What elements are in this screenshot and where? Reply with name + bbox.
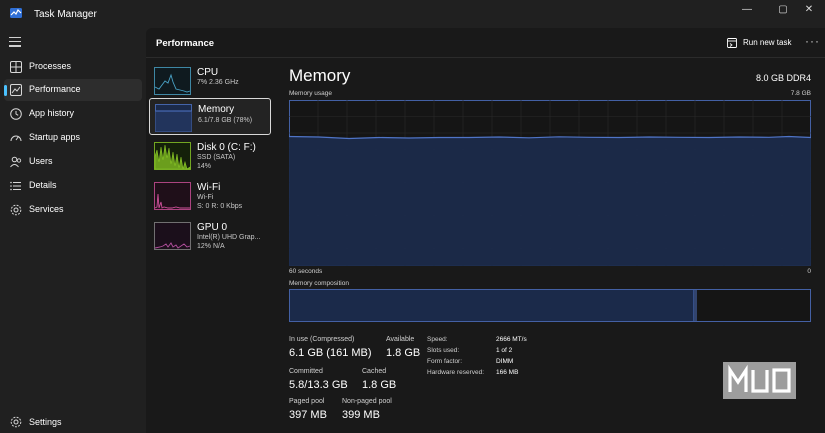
available-label: Available [386,336,415,343]
sidebar-item-label: Details [29,180,57,190]
resource-name: Wi-Fi [197,182,221,193]
settings-label: Settings [29,417,62,427]
slots-value: 1 of 2 [496,347,513,354]
sidebar-item-label: Users [29,156,53,166]
memory-usage-area [289,136,811,266]
minimize-button[interactable]: — [736,3,758,17]
resource-detail: Intel(R) UHD Grap... [197,234,261,241]
cached-label: Cached [362,368,387,375]
cpu-thumbnail-graph [154,67,191,95]
memory-spec: 8.0 GB DDR4 [755,73,811,83]
settings-gear-icon [10,416,22,428]
memory-thumbnail-graph [155,104,192,132]
more-options-button[interactable]: ··· [805,34,820,48]
resource-detail: 6.1/7.8 GB (78%) [198,117,253,124]
task-manager-app-icon [10,8,22,18]
form-factor-label: Form factor: [427,358,463,365]
startup-gauge-icon [10,135,22,142]
detail-title: Memory [289,66,351,85]
memory-usage-max: 7.8 GB [790,90,811,97]
services-gear-icon [10,204,22,216]
resource-name: Disk 0 (C: F:) [197,142,256,153]
hardware-reserved-value: 166 MB [496,369,519,376]
paged-pool-value: 397 MB [289,409,327,421]
sidebar-item-label: Processes [29,61,72,71]
resource-name: GPU 0 [197,222,228,233]
resource-detail: Wi-Fi [197,194,214,201]
close-button[interactable]: ✕ [798,3,820,17]
resource-detail-2: 14% [197,163,212,170]
window-title: Task Manager [34,9,97,20]
resource-item-disk[interactable]: Disk 0 (C: F:) SSD (SATA) 14% [149,140,271,177]
sidebar-item-label: Performance [29,84,81,94]
sidebar-item-services[interactable]: Services [4,199,142,221]
resource-name: Memory [198,104,235,115]
muo-watermark-logo [723,362,796,399]
sidebar-item-label: Startup apps [29,132,81,142]
resource-detail-2: S: 0 R: 0 Kbps [197,203,243,210]
committed-value: 5.8/13.3 GB [289,379,348,391]
page-header: Performance Run new task ··· [146,28,825,58]
active-indicator [4,85,7,96]
sidebar-item-label: App history [29,108,75,118]
in-use-segment [290,290,694,321]
resource-detail: 7% 2.36 GHz [197,79,239,86]
details-list-icon [10,181,21,191]
speed-label: Speed: [427,336,448,343]
history-clock-icon [10,108,22,120]
run-new-task-label: Run new task [743,38,792,47]
non-paged-pool-value: 399 MB [342,409,380,421]
wifi-thumbnail-graph [154,182,191,210]
run-task-icon [727,38,737,48]
processes-grid-icon [10,61,22,73]
in-use-value: 6.1 GB (161 MB) [289,347,372,359]
resource-detail-2: 12% N/A [197,243,225,250]
speed-value: 2666 MT/s [496,336,527,343]
gpu-thumbnail-graph [154,222,191,250]
title-bar: Task Manager — ▢ ✕ [0,0,825,28]
disk-thumbnail-graph [154,142,191,170]
time-axis-right: 0 [807,268,811,275]
users-icon [10,156,22,168]
resource-item-gpu[interactable]: GPU 0 Intel(R) UHD Grap... 12% N/A [149,220,271,257]
paged-pool-label: Paged pool [289,398,325,405]
sidebar-item-performance[interactable]: Performance [4,79,142,101]
available-value: 1.8 GB [386,347,421,359]
memory-usage-label: Memory usage [289,90,332,97]
slots-label: Slots used: [427,347,460,354]
resource-item-cpu[interactable]: CPU 7% 2.36 GHz [149,65,271,102]
memory-composition-bar [289,289,811,322]
resource-name: CPU [197,67,219,78]
sidebar-item-details[interactable]: Details [4,175,142,197]
sidebar-nav: Processes Performance App history Startu… [0,28,146,433]
committed-label: Committed [289,368,323,375]
resource-detail: SSD (SATA) [197,154,236,161]
sidebar-item-processes[interactable]: Processes [4,56,142,78]
non-paged-pool-label: Non-paged pool [342,398,392,405]
page-title: Performance [156,38,215,49]
sidebar-item-settings[interactable]: Settings [4,413,142,431]
sidebar-item-app-history[interactable]: App history [4,103,142,125]
sidebar-item-label: Services [29,204,64,214]
cached-value: 1.8 GB [362,379,397,391]
hardware-reserved-label: Hardware reserved: [427,369,485,376]
in-use-label: In use (Compressed) [289,336,355,343]
resource-item-memory[interactable]: Memory 6.1/7.8 GB (78%) [149,98,271,135]
hamburger-menu-icon[interactable] [9,37,21,47]
form-factor-value: DIMM [496,358,514,365]
sidebar-item-users[interactable]: Users [4,151,142,173]
memory-composition-label: Memory composition [289,280,349,287]
performance-chart-icon [10,84,22,96]
sidebar-item-startup-apps[interactable]: Startup apps [4,127,142,149]
memory-usage-graph [289,100,811,266]
maximize-button[interactable]: ▢ [772,3,794,17]
time-axis-left: 60 seconds [289,268,323,275]
resource-item-wifi[interactable]: Wi-Fi Wi-Fi S: 0 R: 0 Kbps [149,180,271,217]
